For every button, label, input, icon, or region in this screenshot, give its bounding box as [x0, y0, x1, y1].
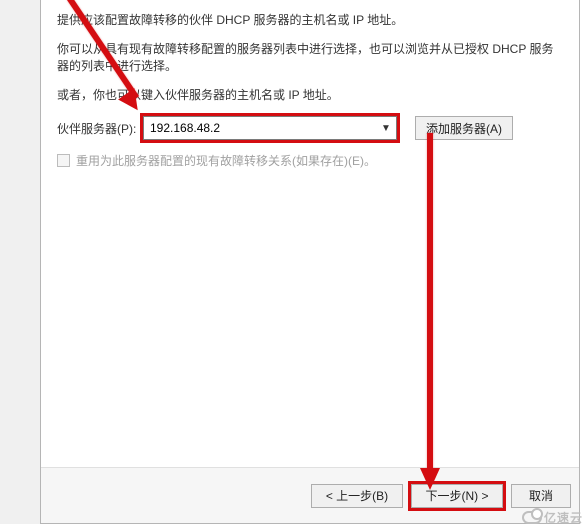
reuse-label: 重用为此服务器配置的现有故障转移关系(如果存在)(E)。: [76, 152, 376, 169]
reuse-relationship-row: 重用为此服务器配置的现有故障转移关系(如果存在)(E)。: [57, 152, 563, 169]
reuse-checkbox[interactable]: [57, 154, 70, 167]
watermark-label: 亿速云: [544, 509, 583, 526]
window-left-strip: [0, 0, 40, 524]
back-button[interactable]: < 上一步(B): [311, 484, 403, 508]
partner-server-combobox[interactable]: 192.168.48.2 ▼: [143, 116, 397, 140]
cancel-button[interactable]: 取消: [511, 484, 571, 508]
dropdown-arrow-icon: ▼: [380, 123, 392, 134]
partner-server-row: 伙伴服务器(P): 192.168.48.2 ▼ 添加服务器(A): [57, 116, 563, 140]
wizard-button-bar: < 上一步(B) 下一步(N) > 取消: [41, 467, 579, 523]
partner-server-label: 伙伴服务器(P):: [57, 120, 143, 137]
instruction-text-1: 提供应该配置故障转移的伙伴 DHCP 服务器的主机名或 IP 地址。: [57, 12, 563, 29]
cloud-icon: [522, 511, 542, 524]
annotation-arrow-2-line: [427, 133, 433, 471]
partner-server-value: 192.168.48.2: [150, 121, 380, 135]
watermark: 亿速云: [522, 509, 583, 526]
annotation-arrow-2-head: [420, 468, 440, 490]
instruction-text-2: 你可以从具有现有故障转移配置的服务器列表中进行选择，也可以浏览并从已授权 DHC…: [57, 41, 563, 75]
